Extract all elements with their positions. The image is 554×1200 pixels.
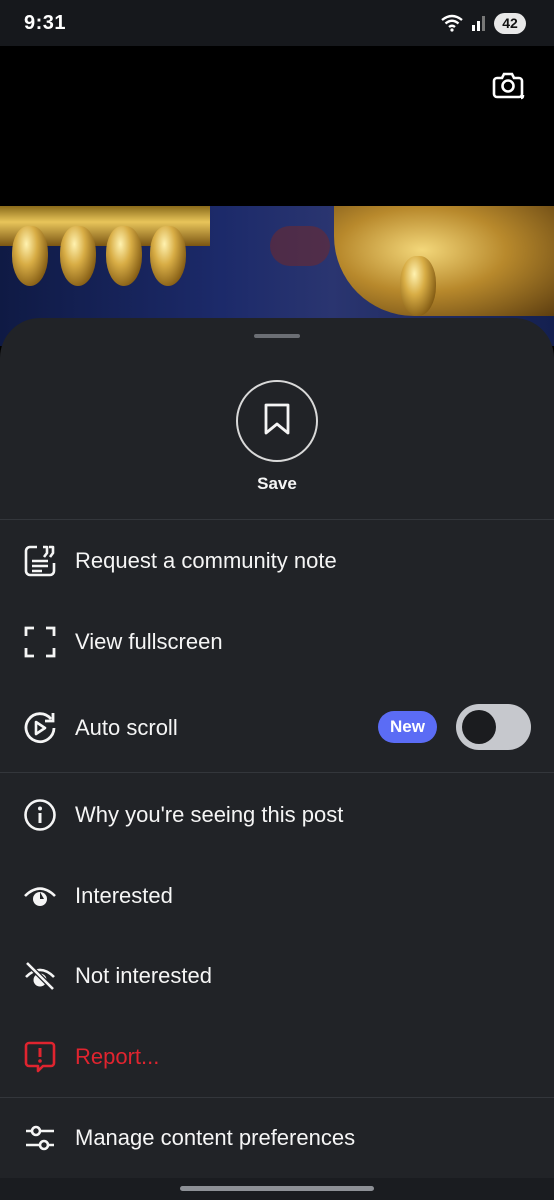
community-note-item[interactable]: Request a community note bbox=[0, 521, 554, 601]
signal-icon bbox=[470, 14, 488, 32]
auto-scroll-item[interactable]: Auto scroll New bbox=[0, 688, 554, 768]
new-badge: New bbox=[378, 711, 437, 743]
row-label: Interested bbox=[75, 883, 173, 908]
image-detail bbox=[12, 226, 48, 286]
status-bar: 9:31 42 bbox=[0, 0, 554, 46]
row-label: Auto scroll bbox=[75, 715, 178, 740]
image-detail bbox=[400, 256, 436, 316]
community-note-icon bbox=[22, 543, 58, 579]
options-sheet: Save Request a community note View fulls… bbox=[0, 318, 554, 1200]
divider bbox=[0, 772, 554, 773]
image-detail bbox=[270, 226, 330, 266]
not-interested-item[interactable]: Not interested bbox=[0, 936, 554, 1016]
fullscreen-icon bbox=[22, 624, 58, 660]
save-section: Save bbox=[0, 380, 554, 494]
row-label: Why you're seeing this post bbox=[75, 802, 344, 827]
why-seeing-post-item[interactable]: Why you're seeing this post bbox=[0, 775, 554, 855]
wifi-icon bbox=[440, 14, 464, 32]
row-label: View fullscreen bbox=[75, 629, 223, 654]
save-button[interactable] bbox=[236, 380, 318, 462]
image-detail bbox=[150, 226, 186, 286]
battery-indicator: 42 bbox=[494, 12, 526, 34]
report-icon bbox=[22, 1039, 58, 1075]
image-detail bbox=[60, 226, 96, 286]
status-time: 9:31 bbox=[24, 11, 67, 34]
sliders-icon bbox=[22, 1120, 58, 1156]
camera-button[interactable] bbox=[488, 66, 528, 106]
auto-scroll-toggle[interactable] bbox=[456, 704, 531, 750]
row-label: Not interested bbox=[75, 963, 212, 988]
info-icon bbox=[22, 797, 58, 833]
interested-item[interactable]: Interested bbox=[0, 856, 554, 936]
drag-handle[interactable] bbox=[254, 334, 300, 338]
top-bar bbox=[0, 46, 554, 206]
status-icons: 42 bbox=[440, 12, 526, 34]
image-detail bbox=[106, 226, 142, 286]
toggle-knob bbox=[462, 710, 496, 744]
camera-icon bbox=[491, 68, 525, 105]
image-detail bbox=[334, 206, 554, 316]
row-label: Request a community note bbox=[75, 548, 337, 573]
save-label: Save bbox=[257, 474, 297, 493]
report-item[interactable]: Report... bbox=[0, 1017, 554, 1097]
row-label: Report... bbox=[75, 1044, 160, 1069]
home-indicator[interactable] bbox=[180, 1186, 374, 1191]
screen: 9:31 42 Save Request a community note Vi… bbox=[0, 0, 554, 1200]
bookmark-icon bbox=[262, 403, 292, 440]
eye-icon bbox=[22, 878, 58, 914]
row-label: Manage content preferences bbox=[75, 1125, 356, 1150]
divider bbox=[0, 519, 554, 520]
auto-scroll-icon bbox=[22, 710, 58, 746]
view-fullscreen-item[interactable]: View fullscreen bbox=[0, 602, 554, 682]
manage-preferences-item[interactable]: Manage content preferences bbox=[0, 1098, 554, 1178]
eye-off-icon bbox=[22, 958, 58, 994]
